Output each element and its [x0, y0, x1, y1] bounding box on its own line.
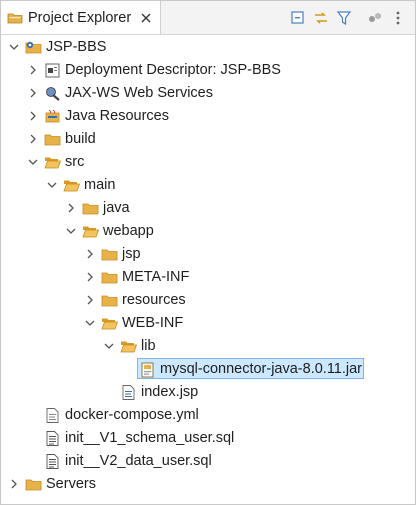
tree-item[interactable]: init__V2_data_user.sql [1, 450, 415, 473]
tab-project-explorer[interactable]: Project Explorer [1, 1, 161, 34]
tree-item-label: resources [122, 292, 186, 308]
collapse-all-icon[interactable] [289, 9, 307, 27]
folder-open-icon [101, 315, 119, 332]
web-services-icon [44, 85, 61, 102]
tree-item[interactable]: webapp [1, 220, 415, 243]
folder-icon [25, 476, 42, 493]
tree-item[interactable]: jsp [1, 243, 415, 266]
tree-item-label: java [103, 200, 130, 216]
folder-icon [7, 10, 23, 26]
tree-item-label: init__V2_data_user.sql [65, 453, 212, 469]
chevron-right-icon[interactable] [27, 87, 39, 99]
tree-item[interactable]: index.jsp [1, 381, 415, 404]
chevron-right-icon[interactable] [27, 133, 39, 145]
tree-item-label: main [84, 177, 116, 193]
tree-item-label: build [65, 131, 96, 147]
filter-icon[interactable] [335, 9, 353, 27]
folder-icon [44, 131, 61, 148]
tree-item[interactable]: JSP-BBS [1, 36, 415, 59]
tree-item-label: Servers [46, 476, 96, 492]
deployment-descriptor-icon [44, 62, 61, 79]
sql-file-icon [44, 453, 61, 470]
tree-item[interactable]: src [1, 151, 415, 174]
tree-item[interactable]: lib [1, 335, 415, 358]
tree-item-label: index.jsp [141, 384, 199, 400]
tree-item[interactable]: java [1, 197, 415, 220]
project-icon [25, 39, 42, 56]
project-explorer-view: Project Explorer JSP-BBS Deployment Desc… [0, 0, 416, 505]
tree-item-label: mysql-connector-java-8.0.11.jar [160, 361, 363, 377]
folder-open-icon [63, 177, 81, 194]
tree-item-label: JSP-BBS [46, 39, 107, 55]
chevron-down-icon[interactable] [84, 317, 96, 329]
tree-item-label: webapp [103, 223, 154, 239]
focus-icon[interactable] [366, 9, 384, 27]
folder-icon [101, 269, 118, 286]
tree-item[interactable]: Deployment Descriptor: JSP-BBS [1, 59, 415, 82]
folder-open-icon [44, 154, 62, 171]
tab-title: Project Explorer [28, 9, 132, 26]
tree-item[interactable]: META-INF [1, 266, 415, 289]
chevron-down-icon[interactable] [65, 225, 77, 237]
chevron-down-icon[interactable] [46, 179, 58, 191]
chevron-right-icon[interactable] [84, 248, 96, 260]
chevron-down-icon[interactable] [8, 41, 20, 53]
tree-item-label: docker-compose.yml [65, 407, 199, 423]
java-resources-icon [44, 108, 61, 125]
chevron-right-icon[interactable] [27, 64, 39, 76]
folder-icon [101, 292, 118, 309]
tree-item[interactable]: init__V1_schema_user.sql [1, 427, 415, 450]
tree-item-label: META-INF [122, 269, 190, 285]
view-tab-bar: Project Explorer [1, 1, 415, 35]
folder-open-icon [120, 338, 138, 355]
tree-item[interactable]: resources [1, 289, 415, 312]
chevron-right-icon[interactable] [8, 478, 20, 490]
chevron-down-icon[interactable] [27, 156, 39, 168]
close-icon[interactable] [139, 11, 153, 25]
tree-item[interactable]: Java Resources [1, 105, 415, 128]
tree-item[interactable]: mysql-connector-java-8.0.11.jar [1, 358, 415, 381]
tree-item-label: Deployment Descriptor: JSP-BBS [65, 62, 281, 78]
jsp-file-icon [120, 384, 137, 401]
link-with-editor-icon[interactable] [312, 9, 330, 27]
chevron-right-icon[interactable] [27, 110, 39, 122]
tree-item-label: lib [141, 338, 156, 354]
yml-file-icon [44, 407, 61, 424]
tree-item-label: init__V1_schema_user.sql [65, 430, 235, 446]
tree-item[interactable]: WEB-INF [1, 312, 415, 335]
chevron-right-icon[interactable] [84, 271, 96, 283]
tree-item[interactable]: Servers [1, 473, 415, 496]
folder-open-icon [82, 223, 100, 240]
tree-item-label: JAX-WS Web Services [65, 85, 213, 101]
tree-item-label: Java Resources [65, 108, 169, 124]
tree-item[interactable]: JAX-WS Web Services [1, 82, 415, 105]
tree-item-label: WEB-INF [122, 315, 184, 331]
tree-item-label: src [65, 154, 85, 170]
tree-item-label: jsp [122, 246, 141, 262]
jar-icon [139, 361, 156, 378]
sql-file-icon [44, 430, 61, 447]
folder-icon [82, 200, 99, 217]
chevron-down-icon[interactable] [103, 340, 115, 352]
folder-icon [101, 246, 118, 263]
tree-item[interactable]: docker-compose.yml [1, 404, 415, 427]
view-toolbar [284, 9, 407, 27]
chevron-right-icon[interactable] [65, 202, 77, 214]
view-menu-icon[interactable] [389, 9, 407, 27]
tree-item[interactable]: main [1, 174, 415, 197]
chevron-right-icon[interactable] [84, 294, 96, 306]
tree-item[interactable]: build [1, 128, 415, 151]
